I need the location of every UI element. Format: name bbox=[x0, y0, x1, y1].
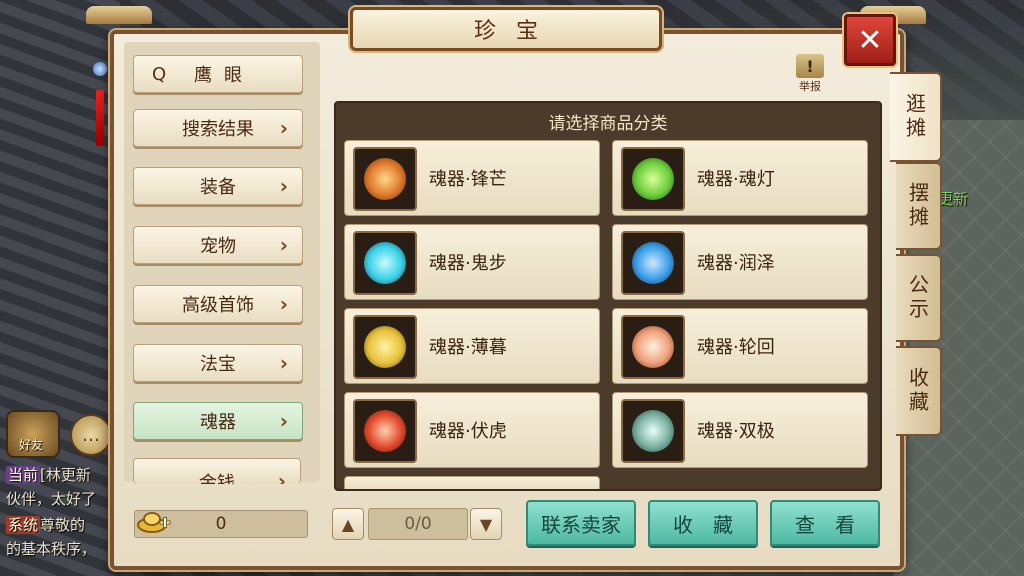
tassel-ornament bbox=[96, 90, 104, 146]
chat-line: 系统 尊敬的 bbox=[6, 514, 85, 535]
category-item[interactable]: 魂器·魂灯 bbox=[612, 140, 868, 216]
sidebar-item-equipment[interactable]: 装备 › bbox=[133, 167, 303, 205]
panel-ornament-left bbox=[86, 6, 152, 24]
chevron-right-icon: › bbox=[279, 292, 288, 316]
page-up-button[interactable]: ▲ bbox=[332, 508, 364, 540]
warning-icon: ! bbox=[796, 54, 824, 78]
category-label: 魂器·锋芒 bbox=[429, 169, 507, 190]
chevron-right-icon: › bbox=[279, 174, 288, 198]
chat-line: 当前 [林更新 bbox=[6, 464, 91, 485]
chevron-right-icon: › bbox=[279, 116, 288, 140]
tab-favorites[interactable]: 收藏 bbox=[896, 346, 942, 436]
sidebar-item-search-results[interactable]: 搜索结果 › bbox=[133, 109, 303, 147]
sidebar-item-magic-treasure[interactable]: 法宝 › bbox=[133, 344, 303, 382]
soul-artifact-icon bbox=[621, 231, 685, 295]
chevron-right-icon: › bbox=[279, 409, 288, 433]
chat-line: 伙伴，太好了 bbox=[6, 488, 96, 509]
category-item[interactable]: 魂器·轮回 bbox=[612, 308, 868, 384]
soul-artifact-icon bbox=[353, 231, 417, 295]
sidebar-item-label: 魂器 bbox=[200, 412, 236, 433]
category-item[interactable]: 魂器·薄暮 bbox=[344, 308, 600, 384]
soul-artifact-icon bbox=[621, 147, 685, 211]
category-label: 魂器·润泽 bbox=[697, 253, 775, 274]
bead-ornament bbox=[93, 62, 107, 76]
category-item-partial[interactable] bbox=[344, 476, 600, 489]
sidebar-item-label: 高级首饰 bbox=[182, 295, 254, 316]
category-item[interactable]: 魂器·伏虎 bbox=[344, 392, 600, 468]
window-title-plate: 珍宝 bbox=[350, 7, 662, 51]
sidebar-item-jewelry[interactable]: 高级首饰 › bbox=[133, 285, 303, 323]
chat-text: 的基本秩序， bbox=[6, 540, 97, 558]
contact-seller-button[interactable]: 联系卖家 bbox=[526, 500, 636, 546]
view-button[interactable]: 查 看 bbox=[770, 500, 880, 546]
sidebar-item-label: 搜索结果 bbox=[182, 119, 254, 140]
sidebar-item-label: 金钱 bbox=[199, 473, 235, 484]
chevron-down-icon: ▼ bbox=[479, 514, 493, 534]
search-icon: Q bbox=[152, 63, 167, 85]
category-label: 魂器·鬼步 bbox=[429, 253, 507, 274]
sidebar-item-label: 装备 bbox=[200, 177, 236, 198]
category-label: 魂器·双极 bbox=[697, 421, 775, 442]
close-icon: ✕ bbox=[857, 22, 883, 58]
favorite-button[interactable]: 收 藏 bbox=[648, 500, 758, 546]
npc-name: 更新 bbox=[938, 190, 969, 208]
sidebar-item-label: 宠物 bbox=[200, 236, 236, 257]
chat-text: [林更新 bbox=[40, 466, 91, 484]
soul-artifact-icon bbox=[621, 399, 685, 463]
soul-artifact-icon bbox=[353, 315, 417, 379]
search-label: 鹰眼 bbox=[194, 65, 254, 86]
close-button[interactable]: ✕ bbox=[844, 14, 896, 66]
chevron-right-icon: › bbox=[277, 469, 286, 484]
goods-header: 请选择商品分类 bbox=[548, 114, 668, 134]
sidebar-item-soul-artifact[interactable]: 魂器 › bbox=[133, 402, 303, 440]
chat-bubble-icon[interactable]: … bbox=[70, 414, 112, 456]
tab-browse-stalls[interactable]: 逛摊 bbox=[890, 72, 942, 162]
soul-artifact-icon bbox=[353, 399, 417, 463]
category-label: 魂器·伏虎 bbox=[429, 421, 507, 442]
report-button[interactable]: ! 举报 bbox=[794, 54, 826, 96]
category-label: 魂器·薄暮 bbox=[429, 337, 507, 358]
sidebar-item-money[interactable]: 金钱 › bbox=[133, 458, 301, 484]
category-item[interactable]: 魂器·双极 bbox=[612, 392, 868, 468]
chat-text: 伙伴，太好了 bbox=[6, 490, 97, 508]
window-title: 珍宝 bbox=[473, 19, 558, 44]
sidebar-item-label: 法宝 bbox=[200, 354, 236, 375]
page-indicator: 0/0 bbox=[368, 508, 468, 540]
category-label: 魂器·轮回 bbox=[697, 337, 775, 358]
sidebar-item-pets[interactable]: 宠物 › bbox=[133, 226, 303, 264]
friends-label: 好友 bbox=[18, 438, 43, 452]
chevron-right-icon: › bbox=[279, 233, 288, 257]
chat-text: 尊敬的 bbox=[40, 516, 86, 534]
soul-artifact-icon bbox=[353, 147, 417, 211]
category-label: 魂器·魂灯 bbox=[697, 169, 775, 190]
goods-category-panel: 请选择商品分类 魂器·锋芒 魂器·魂灯 魂器·鬼步 魂器·润泽 魂器·薄暮 魂器… bbox=[334, 101, 882, 491]
chevron-up-icon: ▲ bbox=[341, 514, 355, 534]
chat-channel-tag: 系统 bbox=[6, 516, 41, 534]
gold-ingot-add-icon[interactable] bbox=[136, 505, 172, 535]
soul-artifact-icon bbox=[621, 315, 685, 379]
hawkeye-search-button[interactable]: Q 鹰眼 bbox=[133, 55, 303, 93]
page-down-button[interactable]: ▼ bbox=[470, 508, 502, 540]
category-item[interactable]: 魂器·鬼步 bbox=[344, 224, 600, 300]
report-label: 举报 bbox=[799, 80, 821, 93]
category-item[interactable]: 魂器·锋芒 bbox=[344, 140, 600, 216]
chevron-right-icon: › bbox=[279, 351, 288, 375]
category-item[interactable]: 魂器·润泽 bbox=[612, 224, 868, 300]
chat-line: 的基本秩序， bbox=[6, 538, 96, 559]
chat-channel-tag: 当前 bbox=[6, 466, 41, 484]
tab-set-up-stall[interactable]: 摆摊 bbox=[896, 162, 942, 250]
tab-public-listing[interactable]: 公示 bbox=[896, 254, 942, 342]
